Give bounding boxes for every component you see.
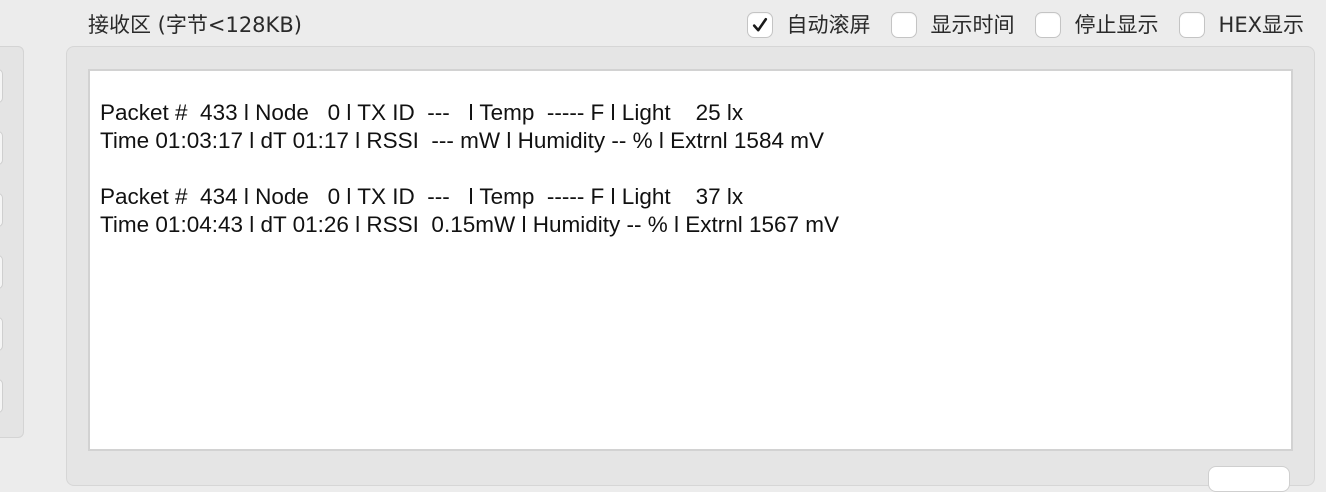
stop-display-checkbox[interactable]	[1034, 12, 1061, 38]
left-panel-button[interactable]	[0, 379, 3, 413]
checkmark-icon	[752, 17, 767, 32]
left-panel-button[interactable]	[0, 69, 3, 103]
receive-line: Packet # 434 l Node 0 l TX ID --- l Temp…	[100, 184, 744, 209]
show-time-checkbox[interactable]	[890, 12, 917, 38]
left-panel-button[interactable]	[0, 255, 3, 289]
receive-lines: Packet # 433 l Node 0 l TX ID --- l Temp…	[100, 99, 839, 239]
stop-display-label: 停止显示	[1074, 13, 1159, 37]
show-time-option[interactable]: 显示时间	[890, 10, 1015, 40]
bottom-right-button[interactable]	[1208, 466, 1290, 492]
auto-scroll-checkbox[interactable]	[746, 12, 773, 38]
receive-line: Packet # 433 l Node 0 l TX ID --- l Temp…	[100, 100, 744, 125]
left-panel-button[interactable]	[0, 193, 3, 227]
left-panel-button[interactable]	[0, 317, 3, 351]
receive-area-title: 接收区 (字节<128KB)	[88, 13, 302, 37]
stop-display-option[interactable]: 停止显示	[1034, 10, 1159, 40]
display-options: 自动滚屏 显示时间 停止显示 HEX显示	[746, 10, 1304, 40]
show-time-label: 显示时间	[930, 13, 1015, 37]
left-panel-button[interactable]	[0, 131, 3, 165]
receive-text-area[interactable]: Packet # 433 l Node 0 l TX ID --- l Temp…	[88, 69, 1293, 451]
receive-line: Time 01:03:17 l dT 01:17 l RSSI --- mW l…	[100, 128, 824, 153]
left-panel	[0, 46, 24, 438]
hex-display-option[interactable]: HEX显示	[1178, 10, 1304, 40]
hex-display-checkbox[interactable]	[1178, 12, 1205, 38]
receive-line: Time 01:04:43 l dT 01:26 l RSSI 0.15mW l…	[100, 212, 840, 237]
auto-scroll-option[interactable]: 自动滚屏	[746, 10, 871, 40]
auto-scroll-label: 自动滚屏	[786, 13, 871, 37]
receive-line-blank	[100, 155, 839, 183]
hex-display-label: HEX显示	[1218, 13, 1304, 37]
